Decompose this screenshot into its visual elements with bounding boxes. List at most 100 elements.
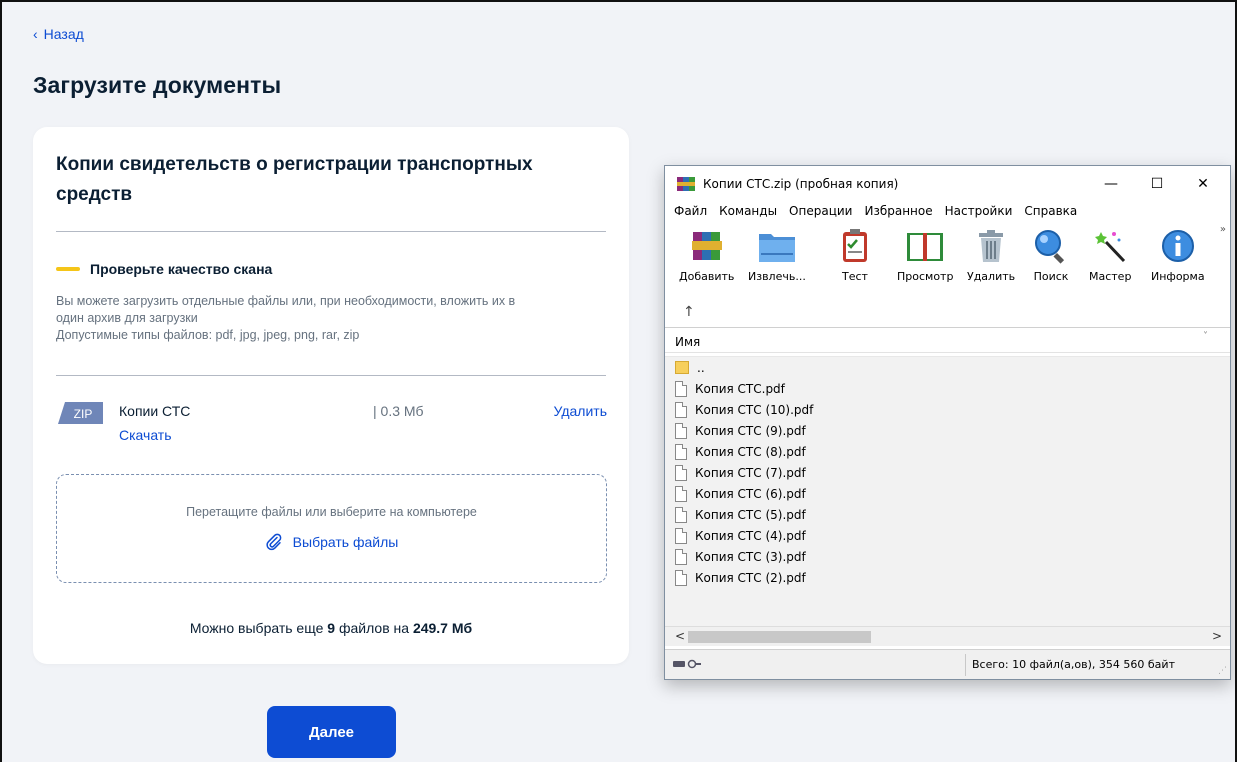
maximize-icon[interactable]: ☐: [1135, 172, 1179, 196]
resize-grip-icon[interactable]: ⋰: [1218, 666, 1227, 676]
view-book-icon: [905, 226, 945, 266]
warning-title: Проверьте качество скана: [90, 261, 273, 277]
drive-key-icon: [673, 659, 701, 669]
list-item[interactable]: Копия СТС (2).pdf: [665, 567, 1230, 588]
list-item[interactable]: Копия СТС (3).pdf: [665, 546, 1230, 567]
list-item[interactable]: Копия СТС (7).pdf: [665, 462, 1230, 483]
toolbar-divider: [665, 327, 1230, 328]
file-entry-name: Копия СТС (6).pdf: [695, 486, 806, 501]
minimize-icon[interactable]: —: [1089, 172, 1133, 196]
delete-link[interactable]: Удалить: [554, 403, 607, 419]
toolbar-view-button[interactable]: Просмотр: [897, 226, 953, 283]
toolbar-label: Информа: [1151, 270, 1205, 283]
toolbar-label: Поиск: [1033, 270, 1069, 283]
file-size: | 0.3 Мб: [373, 403, 424, 419]
file-entry-name: ..: [697, 360, 705, 375]
up-arrow-icon[interactable]: ↑: [683, 304, 695, 320]
list-item[interactable]: Копия СТС (4).pdf: [665, 525, 1230, 546]
close-icon[interactable]: ✕: [1181, 172, 1225, 196]
file-entry-name: Копия СТС (5).pdf: [695, 507, 806, 522]
warning-bar-icon: [56, 267, 80, 271]
file-entry-name: Копия СТС (4).pdf: [695, 528, 806, 543]
menu-commands[interactable]: Команды: [713, 204, 783, 224]
zip-badge-text: ZIP: [74, 407, 93, 421]
list-item[interactable]: Копия СТС (10).pdf: [665, 399, 1230, 420]
toolbar-label: Добавить: [679, 270, 735, 283]
toolbar-wizard-button[interactable]: Мастер: [1089, 226, 1131, 283]
toolbar-test-button[interactable]: Тест: [835, 226, 875, 283]
quality-warning: Проверьте качество скана: [56, 261, 272, 277]
back-label: Назад: [43, 26, 84, 42]
file-icon: [675, 485, 687, 502]
status-bar: Всего: 10 файл(а,ов), 354 560 байт ⋰: [665, 649, 1230, 679]
hint-line: Допустимые типы файлов: pdf, jpg, jpeg, …: [56, 328, 360, 342]
upload-limit: Можно выбрать еще 9 файлов на 249.7 Мб: [33, 620, 629, 636]
limit-prefix: Можно выбрать еще: [189, 620, 328, 636]
file-icon: [675, 464, 687, 481]
list-item[interactable]: Копия СТС (8).pdf: [665, 441, 1230, 462]
limit-count: 9: [327, 620, 336, 636]
next-button[interactable]: Далее: [267, 706, 396, 758]
status-divider: [965, 654, 966, 676]
scroll-left-icon[interactable]: <: [675, 629, 685, 643]
info-icon: [1158, 226, 1198, 266]
trash-icon: [971, 226, 1011, 266]
choose-files-button[interactable]: Выбрать файлы: [57, 533, 606, 551]
file-entry-name: Копия СТС (9).pdf: [695, 423, 806, 438]
file-entry-name: Копия СТС (7).pdf: [695, 465, 806, 480]
file-icon: [675, 506, 687, 523]
divider: [56, 231, 606, 232]
file-icon: [675, 569, 687, 586]
list-item[interactable]: Копия СТС (5).pdf: [665, 504, 1230, 525]
toolbar-extract-button[interactable]: Извлечь...: [748, 226, 806, 283]
toolbar-info-button[interactable]: Информа: [1151, 226, 1205, 283]
file-icon: [675, 527, 687, 544]
file-icon: [675, 401, 687, 418]
paperclip-icon: [266, 533, 282, 551]
list-item[interactable]: Копия СТС.pdf: [665, 378, 1230, 399]
menu-help[interactable]: Справка: [1018, 204, 1083, 224]
file-entry-name: Копия СТС (10).pdf: [695, 402, 814, 417]
list-item[interactable]: Копия СТС (9).pdf: [665, 420, 1230, 441]
scroll-right-icon[interactable]: >: [1212, 629, 1222, 643]
file-entry-name: Копия СТС (2).pdf: [695, 570, 806, 585]
toolbar-add-button[interactable]: Добавить: [679, 226, 734, 283]
back-link[interactable]: ‹ Назад: [33, 26, 84, 42]
limit-middle: файлов на: [335, 620, 413, 636]
extract-folder-icon: [757, 226, 797, 266]
test-clipboard-icon: [835, 226, 875, 266]
list-item[interactable]: ..: [665, 357, 1230, 378]
file-icon: [675, 422, 687, 439]
toolbar-label: Удалить: [967, 270, 1016, 283]
menu-operations[interactable]: Операции: [783, 204, 858, 224]
horizontal-scrollbar[interactable]: < >: [665, 626, 1230, 646]
file-entry-name: Копия СТС (3).pdf: [695, 549, 806, 564]
upload-card: Копии свидетельств о регистрации транспо…: [33, 127, 629, 664]
choose-files-label: Выбрать файлы: [292, 534, 399, 550]
window-titlebar[interactable]: Копии СТС.zip (пробная копия) — ☐ ✕: [665, 166, 1230, 202]
toolbar-label: Просмотр: [897, 270, 954, 283]
hint-line: Вы можете загрузить отдельные файлы или,…: [56, 294, 516, 308]
file-dropzone[interactable]: Перетащите файлы или выберите на компьют…: [56, 474, 607, 583]
zip-file-icon: ZIP: [58, 402, 103, 424]
menu-settings[interactable]: Настройки: [939, 204, 1019, 224]
menu-favorites[interactable]: Избранное: [858, 204, 938, 224]
file-list: .. Копия СТС.pdf Копия СТС (10).pdf Копи…: [665, 356, 1230, 626]
chevron-left-icon: ‹: [33, 26, 38, 42]
list-item[interactable]: Копия СТС (6).pdf: [665, 483, 1230, 504]
upload-hint: Вы можете загрузить отдельные файлы или,…: [56, 293, 601, 344]
menu-file[interactable]: Файл: [665, 204, 713, 224]
scroll-thumb[interactable]: [688, 631, 871, 643]
toolbar-overflow-icon[interactable]: »: [1220, 224, 1226, 235]
toolbar-search-button[interactable]: Поиск: [1031, 226, 1071, 283]
file-name: Копии СТС: [119, 403, 191, 419]
file-entry-name: Копия СТС.pdf: [695, 381, 785, 396]
wizard-wand-icon: [1090, 226, 1130, 266]
column-header[interactable]: Имя ˅: [665, 329, 1230, 353]
download-link[interactable]: Скачать: [119, 427, 172, 443]
limit-size: 249.7 Мб: [412, 620, 473, 636]
toolbar-delete-button[interactable]: Удалить: [967, 226, 1015, 283]
winrar-app-icon: [677, 177, 695, 191]
status-text: Всего: 10 файл(а,ов), 354 560 байт: [972, 658, 1175, 671]
file-entry-name: Копия СТС (8).pdf: [695, 444, 806, 459]
